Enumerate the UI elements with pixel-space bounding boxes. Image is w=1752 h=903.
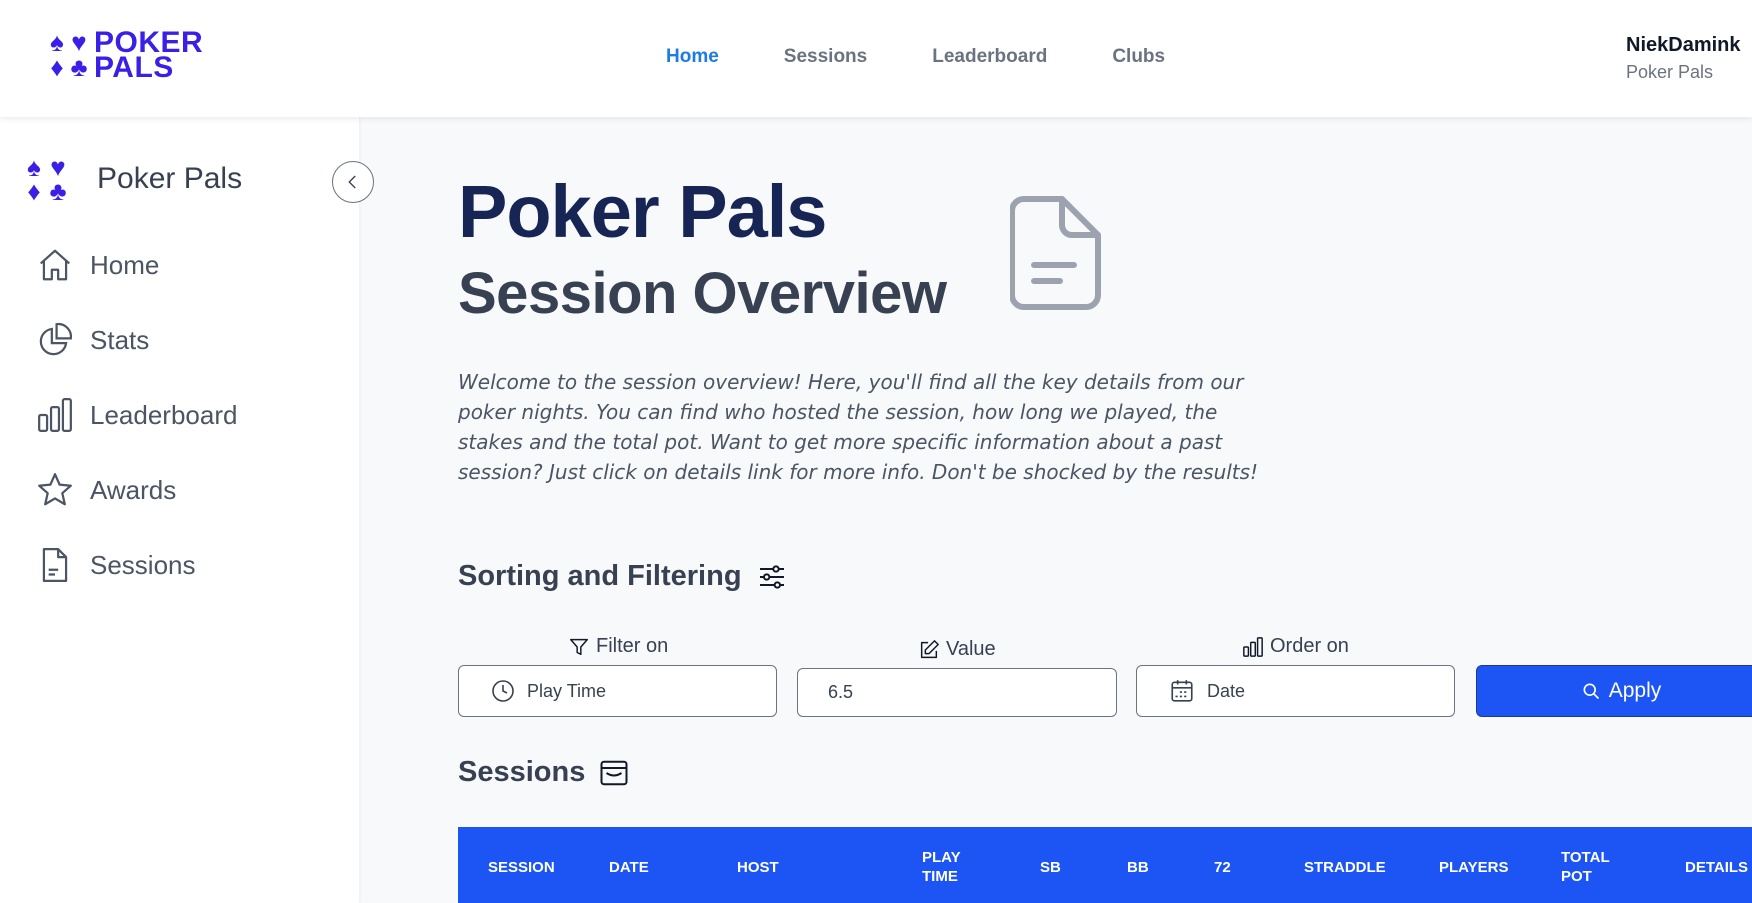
column-header-date[interactable]: DATE (609, 827, 649, 903)
bar-chart-icon (38, 398, 72, 432)
user-menu[interactable]: NiekDamink Poker Pals (1626, 34, 1741, 83)
column-header-play-time[interactable]: PLAY TIME (922, 827, 972, 903)
column-header-details[interactable]: DETAILS (1685, 827, 1748, 903)
nav-clubs[interactable]: Clubs (1112, 46, 1165, 68)
nav-home[interactable]: Home (666, 46, 719, 68)
top-navbar: ♠ ♥ ♦ ♣ POKER PALS Home Sessions Leaderboar… (0, 0, 1752, 117)
clock-icon (492, 680, 514, 702)
logo-text: POKER PALS (94, 28, 203, 83)
chevron-left-icon (348, 175, 356, 189)
filter-select[interactable]: Play Time (458, 665, 777, 717)
filter-select-value: Play Time (527, 680, 607, 701)
sidebar-item-label: Stats (90, 324, 150, 355)
intro-text: Welcome to the session overview! Here, y… (458, 370, 1259, 484)
logo-suits-icon: ♠ ♥ ♦ ♣ (50, 27, 88, 82)
column-header-host[interactable]: HOST (737, 827, 779, 903)
sidebar-brand-label: Poker Pals (97, 162, 243, 195)
apply-button[interactable]: Apply (1476, 665, 1752, 717)
star-icon (38, 473, 72, 506)
page-subtitle: Session Overview (458, 261, 947, 326)
main-content: Poker Pals Session Overview Welcome to t… (359, 117, 1752, 903)
column-header-72[interactable]: 72 (1214, 827, 1231, 903)
sidebar: ♠ ♥ ♦ ♣ Poker Pals Home Stats Leaderboard A… (0, 117, 359, 903)
sidebar-item-label: Home (90, 249, 160, 280)
sidebar-item-leaderboard[interactable]: Leaderboard (36, 396, 237, 434)
user-name: NiekDamink (1626, 34, 1741, 56)
sliders-icon (759, 564, 784, 589)
order-on-text: Order on (1270, 635, 1349, 657)
column-header-straddle[interactable]: STRADDLE (1304, 827, 1386, 903)
sorting-title: Sorting and Filtering (458, 560, 742, 592)
sessions-table-header: SESSION DATE HOST PLAY TIME SB BB 72 STR… (458, 827, 1752, 903)
pencil-square-icon (920, 639, 939, 658)
sidebar-brand[interactable]: ♠ ♥ ♦ ♣ Poker Pals (22, 152, 243, 206)
order-select[interactable]: Date (1136, 665, 1455, 717)
sidebar-item-label: Leaderboard (90, 399, 238, 430)
main-nav: Home Sessions Leaderboard Clubs (666, 46, 1230, 68)
apply-label: Apply (1608, 679, 1662, 702)
pie-chart-icon (39, 323, 72, 356)
sidebar-item-stats[interactable]: Stats (36, 321, 149, 359)
nav-leaderboard[interactable]: Leaderboard (932, 46, 1047, 68)
order-select-value: Date (1207, 680, 1246, 701)
column-header-session[interactable]: SESSION (488, 827, 555, 903)
calendar-icon (1171, 680, 1193, 702)
sidebar-item-sessions[interactable]: Sessions (36, 546, 196, 584)
archive-icon (600, 760, 628, 785)
column-header-players[interactable]: PLAYERS (1439, 827, 1508, 903)
filter-on-label: Filter on (568, 635, 668, 658)
order-on-label: Order on (1242, 635, 1349, 658)
column-header-sb[interactable]: SB (1040, 827, 1061, 903)
sessions-heading: Sessions (458, 756, 629, 789)
document-icon (42, 548, 68, 582)
column-header-total-pot[interactable]: TOTAL POT (1561, 827, 1616, 903)
nav-sessions[interactable]: Sessions (784, 46, 867, 68)
user-club: Poker Pals (1626, 62, 1714, 82)
logo[interactable]: ♠ ♥ ♦ ♣ POKER PALS (46, 27, 203, 83)
home-icon (40, 249, 70, 281)
value-text: Value (946, 638, 996, 660)
sessions-title: Sessions (458, 756, 586, 788)
column-header-bb[interactable]: BB (1127, 827, 1149, 903)
sidebar-item-label: Sessions (90, 549, 196, 580)
value-label: Value (918, 638, 996, 661)
sidebar-item-label: Awards (90, 474, 177, 505)
sidebar-item-home[interactable]: Home (36, 246, 159, 284)
sorting-filtering-heading: Sorting and Filtering (458, 560, 788, 593)
collapse-sidebar-button[interactable] (332, 161, 374, 203)
value-input[interactable]: 6.5 (797, 668, 1117, 717)
filter-icon (570, 638, 588, 655)
search-icon (1583, 683, 1599, 700)
bar-chart-icon (1243, 636, 1263, 657)
suits-icon: ♠ ♥ ♦ ♣ (27, 152, 67, 206)
filter-on-text: Filter on (596, 635, 669, 657)
page-title: Poker Pals (458, 170, 827, 253)
sidebar-item-awards[interactable]: Awards (36, 471, 176, 509)
document-icon (1010, 196, 1101, 310)
